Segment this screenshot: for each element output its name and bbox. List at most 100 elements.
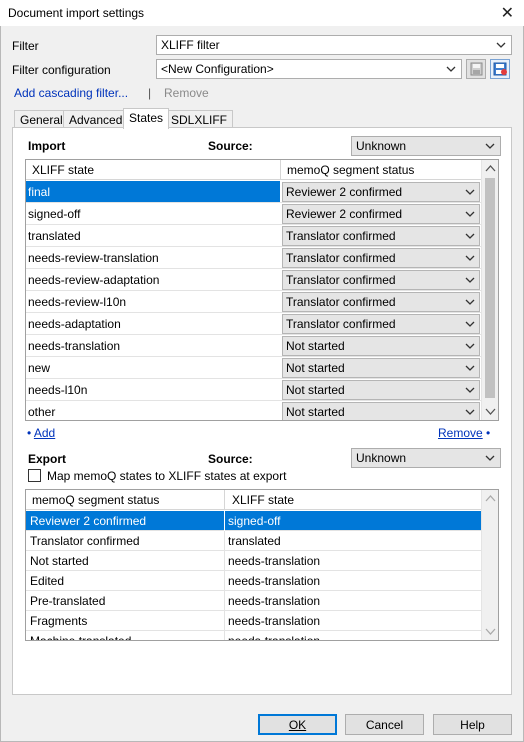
tab-advanced[interactable]: Advanced — [63, 110, 129, 128]
export-row[interactable]: Reviewer 2 confirmed signed-off — [26, 511, 483, 531]
col-memoq-status[interactable]: memoQ segment status — [287, 163, 414, 177]
window-title: Document import settings — [8, 6, 145, 20]
export-row-status: Edited — [30, 574, 65, 588]
export-row[interactable]: Fragments needs-translation — [26, 611, 483, 631]
chevron-down-icon — [463, 250, 477, 269]
import-row[interactable]: needs-l10n Not started — [26, 379, 483, 401]
filter-config-dropdown[interactable]: <New Configuration> — [156, 59, 462, 79]
tab-sdlxliff[interactable]: SDLXLIFF — [165, 110, 234, 128]
column-divider — [224, 591, 225, 611]
export-source-label: Source: — [208, 452, 253, 466]
remove-cascading-filter-link[interactable]: Remove — [164, 86, 209, 100]
col-export-memoq-status[interactable]: memoQ segment status — [32, 493, 159, 507]
export-grid-header: memoQ segment status XLIFF state — [26, 490, 483, 510]
import-row-state: needs-l10n — [28, 383, 88, 397]
chevron-down-icon — [483, 138, 497, 154]
tab-general[interactable]: General — [14, 110, 69, 128]
chevron-down-icon — [463, 360, 477, 379]
import-row[interactable]: final Reviewer 2 confirmed — [26, 181, 483, 203]
help-label: Help — [460, 718, 485, 732]
cancel-label: Cancel — [365, 718, 404, 732]
status-dropdown[interactable]: Not started — [282, 336, 480, 356]
status-value: Reviewer 2 confirmed — [286, 185, 403, 199]
export-row[interactable]: Machine translated needs-translation — [26, 631, 483, 641]
scroll-down-icon[interactable] — [485, 406, 496, 416]
import-row-state: other — [28, 405, 56, 419]
status-dropdown[interactable]: Translator confirmed — [282, 292, 480, 312]
status-value: Translator confirmed — [286, 273, 396, 287]
status-dropdown[interactable]: Translator confirmed — [282, 226, 480, 246]
scroll-down-icon[interactable] — [485, 626, 496, 636]
import-row[interactable]: needs-adaptation Translator confirmed — [26, 313, 483, 335]
export-row[interactable]: Not started needs-translation — [26, 551, 483, 571]
export-row-state: signed-off — [228, 514, 281, 528]
export-source-dropdown[interactable]: Unknown — [351, 448, 501, 468]
export-scrollbar[interactable] — [481, 490, 498, 640]
import-row[interactable]: new Not started — [26, 357, 483, 379]
map-states-checkbox[interactable] — [28, 469, 41, 482]
tab-advanced-label: Advanced — [69, 113, 123, 127]
import-grid-header: XLIFF state memoQ segment status — [26, 160, 483, 180]
import-scrollbar[interactable] — [481, 160, 498, 420]
import-scroll-thumb[interactable] — [485, 178, 495, 398]
add-cascading-filter-link[interactable]: Add cascading filter... — [14, 86, 128, 100]
import-row[interactable]: needs-translation Not started — [26, 335, 483, 357]
filter-dropdown[interactable]: XLIFF filter — [156, 35, 512, 55]
chevron-down-icon — [463, 316, 477, 335]
import-row-state: signed-off — [28, 207, 81, 221]
import-row[interactable]: needs-review-adaptation Translator confir… — [26, 269, 483, 291]
cancel-button[interactable]: Cancel — [345, 714, 424, 735]
status-dropdown[interactable]: Not started — [282, 380, 480, 400]
tab-states[interactable]: States — [123, 108, 170, 129]
import-row[interactable]: other Not started — [26, 401, 483, 420]
status-dropdown[interactable]: Translator confirmed — [282, 270, 480, 290]
chevron-down-icon — [463, 338, 477, 357]
export-grid[interactable]: memoQ segment status XLIFF state Reviewe… — [25, 489, 499, 641]
export-row[interactable]: Translator confirmed translated — [26, 531, 483, 551]
scroll-up-icon[interactable] — [485, 164, 496, 174]
help-button[interactable]: Help — [433, 714, 512, 735]
col-export-xliff-state[interactable]: XLIFF state — [232, 493, 294, 507]
actions-separator: | — [148, 86, 152, 100]
import-remove-label: Remove — [438, 426, 483, 440]
export-row-status: Machine translated — [30, 634, 132, 641]
import-add-link[interactable]: • Add — [27, 426, 55, 440]
status-dropdown[interactable]: Reviewer 2 confirmed — [282, 182, 480, 202]
chevron-down-icon — [463, 184, 477, 203]
col-xliff-state[interactable]: XLIFF state — [32, 163, 94, 177]
import-row[interactable]: signed-off Reviewer 2 confirmed — [26, 203, 483, 225]
import-add-label: Add — [33, 426, 56, 440]
export-row-state: needs-translation — [228, 554, 321, 568]
import-row[interactable]: needs-review-l10n Translator confirmed — [26, 291, 483, 313]
status-dropdown[interactable]: Translator confirmed — [282, 314, 480, 334]
map-states-label: Map memoQ states to XLIFF states at expo… — [47, 469, 287, 483]
chevron-down-icon — [494, 37, 508, 53]
chevron-down-icon — [463, 404, 477, 420]
column-divider — [224, 511, 225, 531]
close-icon[interactable]: ✕ — [501, 3, 514, 23]
import-row-state: needs-adaptation — [28, 317, 121, 331]
save-config-button[interactable] — [466, 59, 486, 79]
status-dropdown[interactable]: Reviewer 2 confirmed — [282, 204, 480, 224]
import-heading: Import — [28, 139, 66, 153]
column-divider — [224, 531, 225, 551]
import-grid[interactable]: XLIFF state memoQ segment status final Re… — [25, 159, 499, 421]
ok-button[interactable]: OK — [258, 714, 337, 735]
export-row[interactable]: Pre-translated needs-translation — [26, 591, 483, 611]
scroll-up-icon[interactable] — [485, 494, 496, 504]
column-divider — [224, 631, 225, 640]
import-row[interactable]: translated Translator confirmed — [26, 225, 483, 247]
status-dropdown[interactable]: Not started — [282, 402, 480, 420]
status-dropdown[interactable]: Translator confirmed — [282, 248, 480, 268]
import-row[interactable]: needs-review-translation Translator confi… — [26, 247, 483, 269]
status-value: Translator confirmed — [286, 295, 396, 309]
save-as-config-button[interactable] — [490, 59, 510, 79]
chevron-down-icon — [463, 206, 477, 225]
status-dropdown[interactable]: Not started — [282, 358, 480, 378]
export-row[interactable]: Edited needs-translation — [26, 571, 483, 591]
import-remove-link[interactable]: Remove • — [438, 426, 490, 440]
status-value: Not started — [286, 339, 345, 353]
import-source-dropdown[interactable]: Unknown — [351, 136, 501, 156]
tab-states-label: States — [129, 111, 164, 125]
filter-value: XLIFF filter — [161, 38, 220, 52]
